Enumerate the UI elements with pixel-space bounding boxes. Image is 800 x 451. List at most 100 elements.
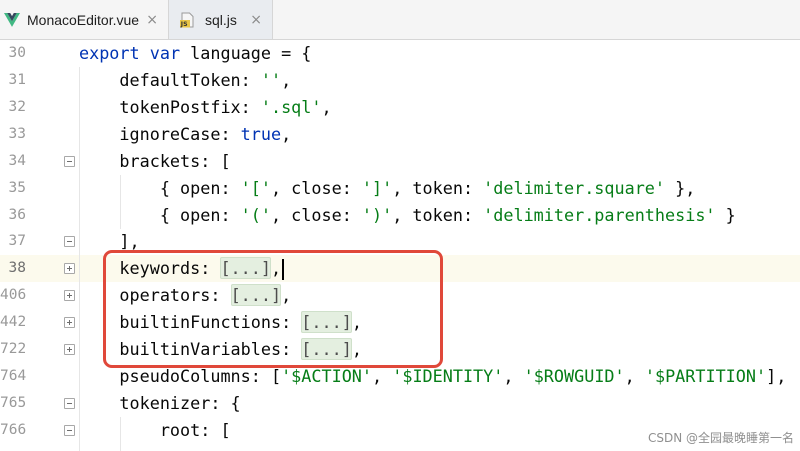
code-text[interactable]: export var language = { bbox=[79, 40, 311, 67]
fold-open-icon[interactable] bbox=[64, 397, 75, 409]
code-token: , bbox=[351, 312, 362, 333]
code-token: '' bbox=[260, 69, 282, 90]
code-text[interactable]: pseudoColumns: ['$ACTION', '$IDENTITY', … bbox=[79, 363, 786, 390]
code-line[interactable]: 30 export var language = { bbox=[0, 40, 800, 67]
code-token: '$IDENTITY' bbox=[392, 366, 504, 387]
line-number: 37 bbox=[8, 233, 26, 250]
code-token: , bbox=[351, 339, 362, 360]
code-line[interactable]: 37 ], bbox=[0, 228, 800, 255]
code-token: ignoreCase: bbox=[79, 123, 241, 144]
editor-tab-bar: MonacoEditor.vue × JS sql.js × bbox=[0, 0, 800, 40]
code-token: '[' bbox=[240, 177, 271, 198]
code-text[interactable]: { open: '[', close: ']', token: 'delimit… bbox=[79, 175, 696, 202]
code-line[interactable]: 33 ignoreCase: true, bbox=[0, 121, 800, 148]
code-token: export bbox=[79, 43, 140, 63]
line-number: 406 bbox=[0, 287, 27, 304]
code-token: , bbox=[372, 366, 393, 387]
code-text[interactable]: ignoreCase: true, bbox=[79, 121, 291, 148]
tab-monacoeditor-vue[interactable]: MonacoEditor.vue × bbox=[0, 0, 168, 39]
code-token: '(' bbox=[240, 204, 271, 225]
code-line[interactable]: 32 tokenPostfix: '.sql', bbox=[0, 94, 800, 121]
code-token: , bbox=[503, 366, 524, 387]
js-file-icon-graphic: JS bbox=[180, 12, 194, 28]
code-text[interactable]: ], bbox=[79, 228, 140, 255]
tab-sql-js[interactable]: JS sql.js × bbox=[168, 0, 273, 39]
fold-open-icon[interactable] bbox=[64, 155, 75, 167]
line-number: 35 bbox=[8, 179, 26, 196]
line-number: 766 bbox=[0, 421, 27, 438]
code-line[interactable]: 722 builtinVariables: [...], bbox=[0, 336, 800, 363]
code-text[interactable]: defaultToken: '', bbox=[79, 67, 291, 94]
code-token: '$ACTION' bbox=[281, 366, 373, 387]
code-token: '$ROWGUID' bbox=[523, 366, 625, 387]
text-caret bbox=[282, 258, 285, 280]
code-line[interactable]: 764 pseudoColumns: ['$ACTION', '$IDENTIT… bbox=[0, 363, 800, 390]
code-text[interactable]: keywords: [...], bbox=[79, 255, 285, 282]
watermark: CSDN @全园最晚睡第一名 bbox=[647, 431, 794, 445]
code-line-current[interactable]: 38 keywords: [...], bbox=[0, 255, 800, 283]
folded-region[interactable]: [...] bbox=[220, 257, 271, 280]
code-token: , bbox=[624, 366, 645, 387]
close-icon[interactable]: × bbox=[146, 13, 158, 27]
code-token: language = { bbox=[180, 43, 312, 63]
code-token: tokenizer: { bbox=[79, 392, 241, 413]
code-token: , bbox=[281, 69, 292, 90]
code-token: keywords: bbox=[79, 258, 221, 279]
close-icon[interactable]: × bbox=[250, 13, 262, 27]
code-text[interactable]: builtinFunctions: [...], bbox=[79, 309, 362, 336]
code-line[interactable]: 406 operators: [...], bbox=[0, 282, 800, 309]
code-token: ']' bbox=[361, 177, 393, 198]
code-token: tokenPostfix: bbox=[79, 96, 261, 117]
fold-end-icon[interactable] bbox=[64, 236, 75, 248]
code-text[interactable]: root: [ bbox=[79, 417, 231, 444]
code-editor[interactable]: 30 export var language = {31 defaultToken… bbox=[0, 40, 800, 451]
code-line[interactable]: 31 defaultToken: '', bbox=[0, 67, 800, 94]
code-token: defaultToken: bbox=[79, 69, 261, 90]
code-token: , bbox=[281, 285, 292, 306]
code-text[interactable]: brackets: [ bbox=[79, 148, 230, 175]
code-token: var bbox=[149, 43, 181, 63]
js-icon-label: JS bbox=[180, 21, 188, 28]
code-token: '.sql' bbox=[260, 96, 322, 117]
code-token: root: [ bbox=[79, 419, 231, 440]
code-token: ], bbox=[766, 366, 787, 387]
folded-region[interactable]: [...] bbox=[301, 311, 352, 334]
line-number: 36 bbox=[8, 206, 26, 223]
code-lines[interactable]: 30 export var language = {31 defaultToken… bbox=[0, 40, 800, 444]
fold-collapsed-icon[interactable] bbox=[64, 344, 75, 356]
code-text[interactable]: operators: [...], bbox=[79, 282, 291, 309]
code-text[interactable]: builtinVariables: [...], bbox=[79, 336, 362, 363]
code-token: , bbox=[270, 258, 282, 279]
code-line[interactable]: 765 tokenizer: { bbox=[0, 390, 800, 417]
vue-icon bbox=[4, 12, 20, 28]
code-token: , token: bbox=[392, 204, 484, 225]
code-text[interactable]: tokenizer: { bbox=[79, 390, 241, 417]
fold-collapsed-icon[interactable] bbox=[64, 263, 75, 275]
code-line[interactable]: 442 builtinFunctions: [...], bbox=[0, 309, 800, 336]
code-token: 'delimiter.parenthesis' bbox=[483, 204, 716, 225]
line-number: 30 bbox=[8, 45, 26, 61]
code-text[interactable]: tokenPostfix: '.sql', bbox=[79, 94, 332, 121]
folded-region[interactable]: [...] bbox=[301, 338, 352, 361]
code-text[interactable]: { open: '(', close: ')', token: 'delimit… bbox=[79, 202, 736, 229]
fold-open-icon[interactable] bbox=[64, 424, 75, 436]
fold-collapsed-icon[interactable] bbox=[64, 317, 75, 329]
code-token: operators: bbox=[79, 285, 231, 306]
line-number: 764 bbox=[0, 368, 27, 385]
code-line[interactable]: 34 brackets: [ bbox=[0, 148, 800, 175]
js-file-icon: JS bbox=[179, 12, 195, 28]
line-number: 765 bbox=[0, 394, 27, 411]
code-token: ], bbox=[79, 231, 140, 252]
code-token: { open: bbox=[79, 204, 241, 225]
line-number: 33 bbox=[8, 125, 26, 142]
indent-guide bbox=[120, 174, 121, 229]
fold-collapsed-icon[interactable] bbox=[64, 290, 75, 302]
vue-icon-graphic bbox=[4, 12, 20, 27]
code-token: '$PARTITION' bbox=[644, 366, 767, 387]
code-token: true bbox=[240, 123, 282, 144]
indent-guide bbox=[79, 66, 80, 451]
code-token: , bbox=[321, 96, 332, 117]
folded-region[interactable]: [...] bbox=[230, 284, 282, 307]
code-token: 'delimiter.square' bbox=[483, 177, 666, 198]
